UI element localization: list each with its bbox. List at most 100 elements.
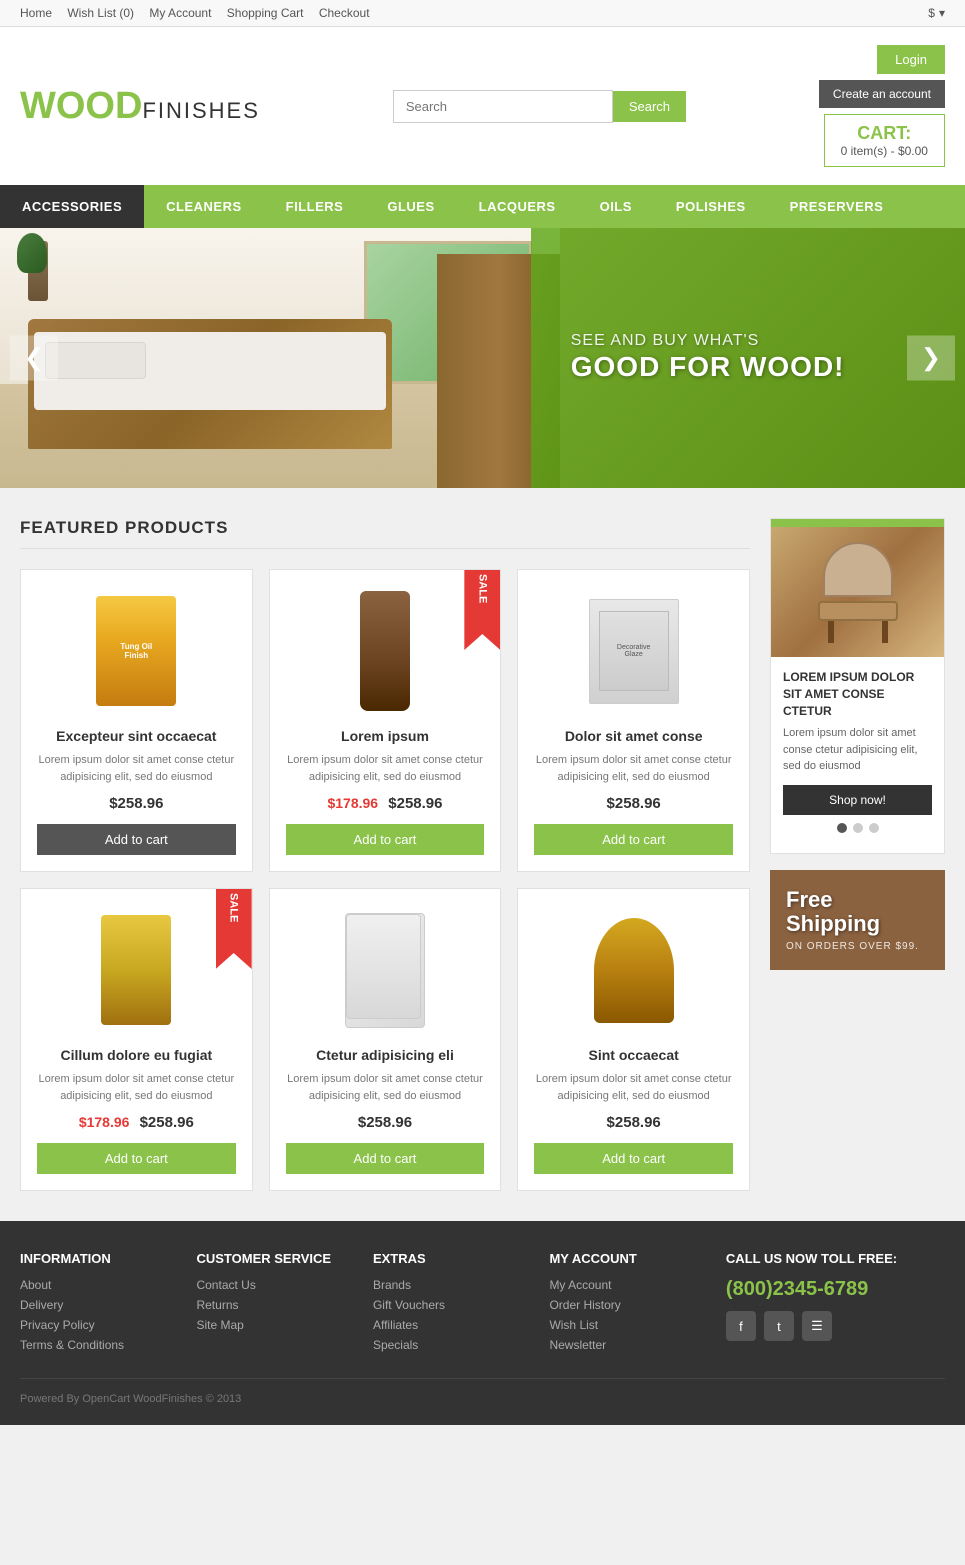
product-old-price-4: $178.96 — [79, 1114, 130, 1130]
search-button[interactable]: Search — [613, 91, 686, 122]
banner-text2: GOOD FOR WOOD! — [571, 350, 845, 384]
banner-prev-arrow[interactable]: ❮ — [10, 336, 58, 381]
sidebar-promo-desc: Lorem ipsum dolor sit amet conse ctetur … — [783, 725, 932, 775]
nav-item-oils[interactable]: OILS — [578, 185, 654, 228]
product-image-placeholder-2 — [360, 591, 410, 711]
sidebar-banner-header — [771, 519, 944, 527]
cart-title: CART: — [857, 123, 911, 144]
product-old-price-2: $178.96 — [327, 795, 378, 811]
shipping-subtext: ON ORDERS OVER $99. — [786, 941, 919, 952]
add-to-cart-button-1[interactable]: Add to cart — [37, 824, 236, 855]
rss-icon[interactable]: ☰ — [802, 1311, 832, 1341]
product-desc-6: Lorem ipsum dolor sit amet conse ctetur … — [534, 1071, 733, 1104]
dot-1[interactable] — [837, 823, 847, 833]
top-link-cart[interactable]: Shopping Cart — [227, 6, 304, 20]
top-link-home[interactable]: Home — [20, 6, 52, 20]
logo[interactable]: WOOD FINISHES — [20, 87, 260, 125]
banner-text1: SEE AND BUY WHAT'S — [571, 332, 760, 350]
footer-link-brands[interactable]: Brands — [373, 1278, 529, 1292]
footer-link-newsletter[interactable]: Newsletter — [549, 1338, 705, 1352]
footer-link-contact[interactable]: Contact Us — [196, 1278, 352, 1292]
product-grid: Tung OilFinish Excepteur sint occaecat L… — [20, 569, 750, 1191]
product-desc-3: Lorem ipsum dolor sit amet conse ctetur … — [534, 752, 733, 785]
footer-bottom: Powered By OpenCart WoodFinishes © 2013 — [20, 1378, 945, 1405]
nav-item-cleaners[interactable]: CLEANERS — [144, 185, 264, 228]
nav-item-glues[interactable]: GLUES — [365, 185, 456, 228]
footer-customer-service: CUSTOMER SERVICE Contact Us Returns Site… — [196, 1251, 352, 1358]
footer-link-terms[interactable]: Terms & Conditions — [20, 1338, 176, 1352]
dot-2[interactable] — [853, 823, 863, 833]
top-link-account[interactable]: My Account — [149, 6, 211, 20]
banner-image — [0, 228, 560, 488]
add-to-cart-button-6[interactable]: Add to cart — [534, 1143, 733, 1174]
nav-item-lacquers[interactable]: LACQUERS — [457, 185, 578, 228]
top-bar: Home Wish List (0) My Account Shopping C… — [0, 0, 965, 27]
add-to-cart-button-3[interactable]: Add to cart — [534, 824, 733, 855]
footer-link-gift-vouchers[interactable]: Gift Vouchers — [373, 1298, 529, 1312]
banner-overlay: SEE AND BUY WHAT'S GOOD FOR WOOD! — [531, 228, 965, 488]
product-name-1: Excepteur sint occaecat — [37, 728, 236, 744]
products-section: FEATURED PRODUCTS Tung OilFinish Excepte… — [20, 518, 750, 1191]
product-image-placeholder-4 — [101, 915, 171, 1025]
top-link-wishlist[interactable]: Wish List (0) — [67, 6, 134, 20]
footer-link-wishlist[interactable]: Wish List — [549, 1318, 705, 1332]
product-image-placeholder-6 — [594, 918, 674, 1023]
chair-legs — [818, 621, 898, 643]
product-price-3: $258.96 — [534, 795, 733, 812]
add-to-cart-button-2[interactable]: Add to cart — [286, 824, 485, 855]
nav-item-preservers[interactable]: PRESERVERS — [768, 185, 906, 228]
footer-link-affiliates[interactable]: Affiliates — [373, 1318, 529, 1332]
footer-customer-service-heading: CUSTOMER SERVICE — [196, 1251, 352, 1266]
sidebar-chair-image — [771, 527, 944, 657]
login-button[interactable]: Login — [877, 45, 945, 74]
product-card-2: SALE Lorem ipsum Lorem ipsum dolor sit a… — [269, 569, 502, 872]
hero-banner: SEE AND BUY WHAT'S GOOD FOR WOOD! ❮ ❯ — [0, 228, 965, 488]
footer-link-delivery[interactable]: Delivery — [20, 1298, 176, 1312]
currency-selector[interactable]: $ ▾ — [928, 6, 945, 20]
sidebar-promo-text: LOREM IPSUM DOLOR SIT AMET CONSE CTETUR … — [771, 657, 944, 853]
product-card-3: DecorativeGlaze Dolor sit amet conse Lor… — [517, 569, 750, 872]
product-card-6: Sint occaecat Lorem ipsum dolor sit amet… — [517, 888, 750, 1191]
add-to-cart-button-5[interactable]: Add to cart — [286, 1143, 485, 1174]
footer-link-order-history[interactable]: Order History — [549, 1298, 705, 1312]
footer-link-myaccount[interactable]: My Account — [549, 1278, 705, 1292]
header: WOOD FINISHES Search Login Create an acc… — [0, 27, 965, 185]
nav-item-polishes[interactable]: POLISHES — [654, 185, 768, 228]
twitter-icon[interactable]: t — [764, 1311, 794, 1341]
footer-link-privacy[interactable]: Privacy Policy — [20, 1318, 176, 1332]
footer-contact: CALL US NOW TOLL FREE: (800)2345-6789 f … — [726, 1251, 945, 1358]
product-image-6 — [534, 905, 733, 1035]
product-desc-5: Lorem ipsum dolor sit amet conse ctetur … — [286, 1071, 485, 1104]
footer-link-returns[interactable]: Returns — [196, 1298, 352, 1312]
sidebar: LOREM IPSUM DOLOR SIT AMET CONSE CTETUR … — [770, 518, 945, 1191]
cart-summary[interactable]: CART: 0 item(s) - $0.00 — [824, 114, 945, 167]
dot-3[interactable] — [869, 823, 879, 833]
footer-link-specials[interactable]: Specials — [373, 1338, 529, 1352]
create-account-button[interactable]: Create an account — [819, 80, 945, 108]
product-name-2: Lorem ipsum — [286, 728, 485, 744]
product-price-2: $178.96 $258.96 — [286, 795, 485, 812]
search-form: Search — [393, 90, 686, 123]
product-desc-2: Lorem ipsum dolor sit amet conse ctetur … — [286, 752, 485, 785]
logo-wood: WOOD — [20, 87, 142, 125]
shop-now-button[interactable]: Shop now! — [783, 785, 932, 815]
footer-link-sitemap[interactable]: Site Map — [196, 1318, 352, 1332]
product-desc-1: Lorem ipsum dolor sit amet conse ctetur … — [37, 752, 236, 785]
footer-link-about[interactable]: About — [20, 1278, 176, 1292]
chair-illustration — [818, 542, 898, 642]
top-link-checkout[interactable]: Checkout — [319, 6, 370, 20]
nav-item-fillers[interactable]: FILLERS — [264, 185, 366, 228]
footer-copyright: Powered By OpenCart WoodFinishes © 2013 — [20, 1393, 241, 1405]
footer: INFORMATION About Delivery Privacy Polic… — [0, 1221, 965, 1425]
product-name-4: Cillum dolore eu fugiat — [37, 1047, 236, 1063]
footer-information: INFORMATION About Delivery Privacy Polic… — [20, 1251, 176, 1358]
facebook-icon[interactable]: f — [726, 1311, 756, 1341]
top-nav-links: Home Wish List (0) My Account Shopping C… — [20, 6, 382, 20]
chair-leg-right — [882, 621, 888, 643]
add-to-cart-button-4[interactable]: Add to cart — [37, 1143, 236, 1174]
search-input[interactable] — [393, 90, 613, 123]
footer-my-account: MY ACCOUNT My Account Order History Wish… — [549, 1251, 705, 1358]
nav-item-accessories[interactable]: ACCESSORIES — [0, 185, 144, 228]
banner-next-arrow[interactable]: ❯ — [907, 336, 955, 381]
chair-back — [823, 542, 893, 597]
